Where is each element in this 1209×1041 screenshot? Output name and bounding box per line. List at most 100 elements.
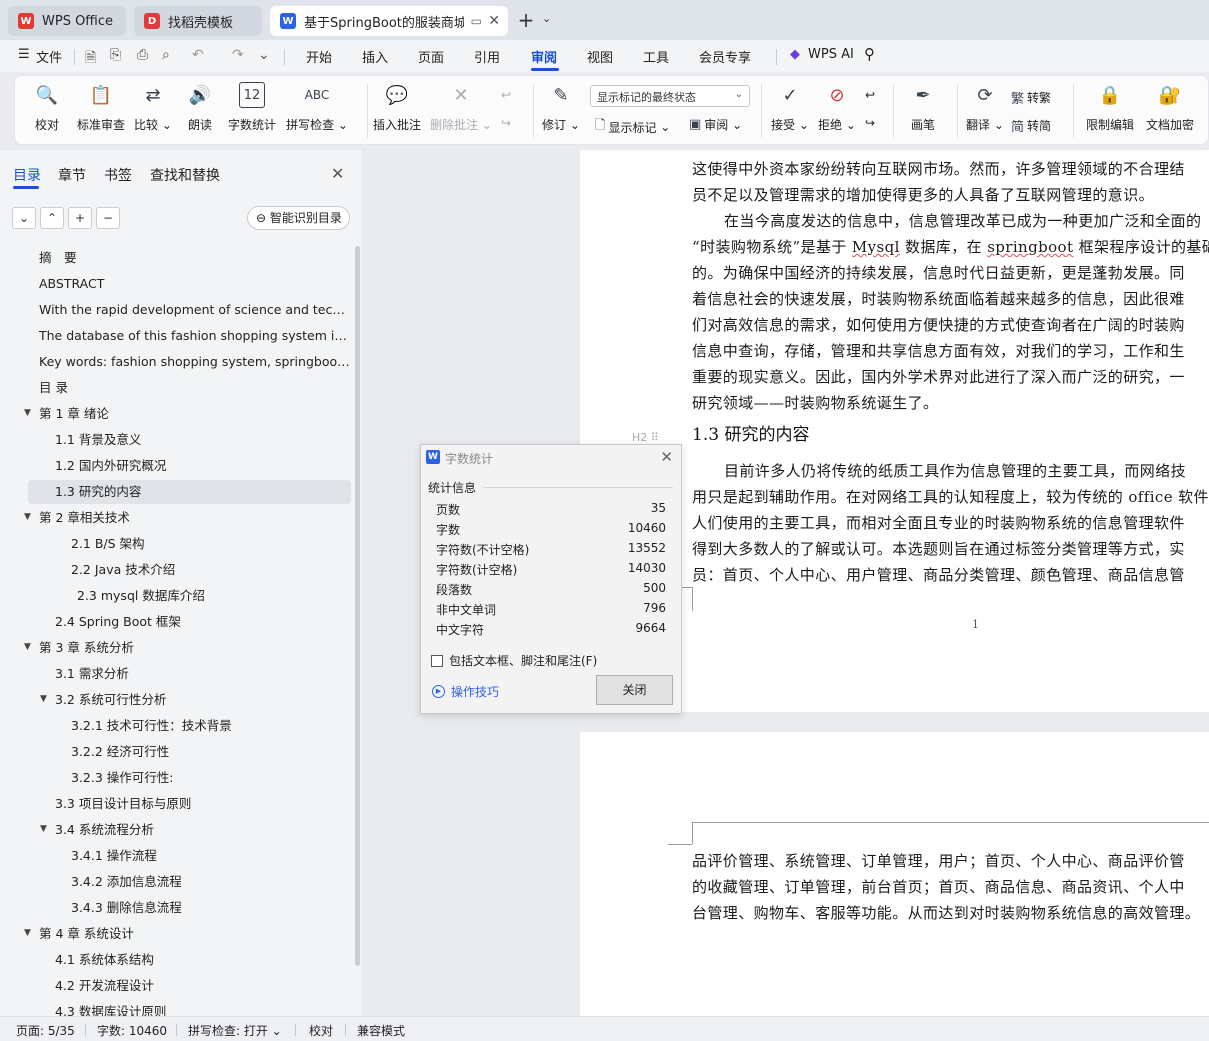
proofread-button[interactable]: 🔍 校对 [17,82,77,133]
close-icon[interactable]: ✕ [331,164,344,183]
expand-caret-icon[interactable]: ▼ [40,694,47,704]
reject-button[interactable]: ⊘ 拒绝 ⌄ [807,82,867,133]
toc-item[interactable]: 3.4 系统流程分析 [28,818,351,842]
hamburger-icon[interactable]: ☰ [18,47,30,62]
proof-status[interactable]: 校对 [309,1022,333,1039]
tab-wps-office[interactable]: W WPS Office [8,6,126,36]
toc-item[interactable]: 3.4.2 添加信息流程 [28,870,351,894]
delete-comment-button[interactable]: ✕ 删除批注 ⌄ [430,82,492,133]
previous-comment-icon[interactable]: ↩ [501,88,511,102]
print-icon[interactable]: ⎙ [137,47,148,63]
menu-references[interactable]: 引用 [474,47,500,66]
expand-caret-icon[interactable]: ▼ [24,928,31,938]
nav-tab-toc[interactable]: 目录 [13,165,41,185]
read-aloud-button[interactable]: 🔊 朗读 [170,82,230,133]
close-button[interactable]: 关闭 [596,675,673,705]
include-textbox-checkbox[interactable]: 包括文本框、脚注和尾注(F) [431,652,597,669]
to-simplified-button[interactable]: 简转简 [1011,116,1051,135]
search-icon[interactable]: ⚲ [864,45,875,63]
to-traditional-button[interactable]: 繁转繁 [1011,88,1051,107]
collapse-all-button[interactable]: ⌄ [12,207,36,229]
checkbox-box[interactable] [431,654,443,667]
toc-item[interactable]: 1.2 国内外研究概况 [28,454,351,478]
toc-item[interactable]: 1.1 背景及意义 [28,428,351,452]
chevron-down-icon[interactable]: ⌄ [542,12,551,25]
toc-item[interactable]: With the rapid development of science an… [28,298,351,322]
toc-item[interactable]: 第 4 章 系统设计 [28,922,351,946]
undo-icon[interactable]: ↶ [192,47,204,63]
ink-button[interactable]: ✒ 画笔 [893,82,953,133]
toc-item[interactable]: 4.3 数据库设计原则 [28,1000,351,1016]
heading-drag-handle[interactable]: H2 ⠿ [632,431,659,444]
revise-button[interactable]: ✎ 修订 ⌄ [531,82,591,133]
nav-tab-find-replace[interactable]: 查找和替换 [150,165,220,185]
chevron-down-icon[interactable]: ⌄ [258,47,270,63]
spelling-error[interactable]: Mysql [852,238,900,256]
menu-insert[interactable]: 插入 [362,47,388,66]
spelling-error[interactable]: springboot [987,238,1073,256]
toc-item[interactable]: 2.3 mysql 数据库介绍 [28,584,351,608]
toc-item[interactable]: 摘 要 [28,246,351,270]
scrollbar[interactable] [355,246,360,966]
export-icon[interactable]: ⎘ [110,47,121,63]
nav-tab-bookmarks[interactable]: 书签 [104,165,132,185]
close-icon[interactable]: ✕ [488,13,500,29]
toc-item[interactable]: 3.2.2 经济可行性 [28,740,351,764]
insert-comment-button[interactable]: 💬 插入批注 [367,82,427,133]
toc-item[interactable]: 2.4 Spring Boot 框架 [28,610,351,634]
tab-docer-templates[interactable]: D 找稻壳模板 [134,6,262,36]
encrypt-document-button[interactable]: 🔐 文档加密 [1140,82,1200,133]
review-pane-button[interactable]: ▣ 审阅 ⌄ [689,116,742,133]
expand-caret-icon[interactable]: ▼ [24,408,31,418]
restrict-edit-button[interactable]: 🔒 限制编辑 [1080,82,1140,133]
next-comment-icon[interactable]: ↪ [501,116,511,130]
expand-caret-icon[interactable]: ▼ [24,642,31,652]
nav-tab-sections[interactable]: 章节 [58,165,86,185]
expand-caret-icon[interactable]: ▼ [24,512,31,522]
expand-up-button[interactable]: ⌃ [40,207,64,229]
toc-item[interactable]: 第 3 章 系统分析 [28,636,351,660]
toc-item[interactable]: 3.2 系统可行性分析 [28,688,351,712]
wps-ai-icon[interactable]: ◆ [790,47,800,62]
spell-check-button[interactable]: ABC 拼写检查 ⌄ [286,82,348,133]
new-tab-button[interactable]: + [516,8,536,32]
word-count-indicator[interactable]: 字数: 10460 [97,1022,167,1039]
tab-document[interactable]: W 基于SpringBoot的服装商城购 ▭ ✕ [270,6,508,36]
save-icon[interactable]: 🗎 [85,47,96,71]
toc-item[interactable]: 4.1 系统体系结构 [28,948,351,972]
word-count-button[interactable]: 12 字数统计 [222,82,282,133]
toc-item[interactable]: ABSTRACT [28,272,351,296]
toc-item[interactable]: 2.2 Java 技术介绍 [28,558,351,582]
document-page[interactable]: 品评价管理、系统管理、订单管理，用户；首页、个人中心、商品评价管 的收藏管理、订… [580,732,1209,1016]
standard-review-button[interactable]: 📋 标准审查 [71,82,131,133]
toc-item[interactable]: 3.4.1 操作流程 [28,844,351,868]
toc-item[interactable]: 3.4.3 删除信息流程 [28,896,351,920]
toc-item[interactable]: 1.3 研究的内容 [28,480,351,504]
menu-tools[interactable]: 工具 [643,47,669,66]
menu-home[interactable]: 开始 [306,47,332,66]
page-indicator[interactable]: 页面: 5/35 [16,1022,75,1039]
previous-change-icon[interactable]: ↩ [865,88,875,102]
toc-item[interactable]: 第 1 章 绪论 [28,402,351,426]
toc-item[interactable]: 目 录 [28,376,351,400]
toc-item[interactable]: 3.2.3 操作可行性: [28,766,351,790]
close-icon[interactable]: ✕ [660,448,673,466]
menu-member[interactable]: 会员专享 [699,47,751,66]
monitor-icon[interactable]: ▭ [471,14,482,28]
print-preview-icon[interactable]: ⌕ [162,47,170,63]
toc-item[interactable]: Key words: fashion shopping system, spri… [28,350,351,374]
next-change-icon[interactable]: ↪ [865,116,875,130]
menu-review[interactable]: 审阅 [531,47,557,66]
translate-button[interactable]: ⟳ 翻译 ⌄ [955,82,1015,133]
toc-item[interactable]: 3.1 需求分析 [28,662,351,686]
add-heading-button[interactable]: + [68,207,92,229]
toc-item[interactable]: The database of this fashion shopping sy… [28,324,351,348]
smart-toc-button[interactable]: ⊖ 智能识别目录 [247,206,350,230]
toc-item[interactable]: 3.3 项目设计目标与原则 [28,792,351,816]
show-markup-button[interactable]: 🗋 显示标记 ⌄ [595,116,670,138]
toc-item[interactable]: 2.1 B/S 架构 [28,532,351,556]
menu-wps-ai[interactable]: WPS AI [808,47,854,62]
tips-link[interactable]: ▶ 操作技巧 [432,683,499,700]
toc-item[interactable]: 3.2.1 技术可行性：技术背景 [28,714,351,738]
menu-page[interactable]: 页面 [418,47,444,66]
